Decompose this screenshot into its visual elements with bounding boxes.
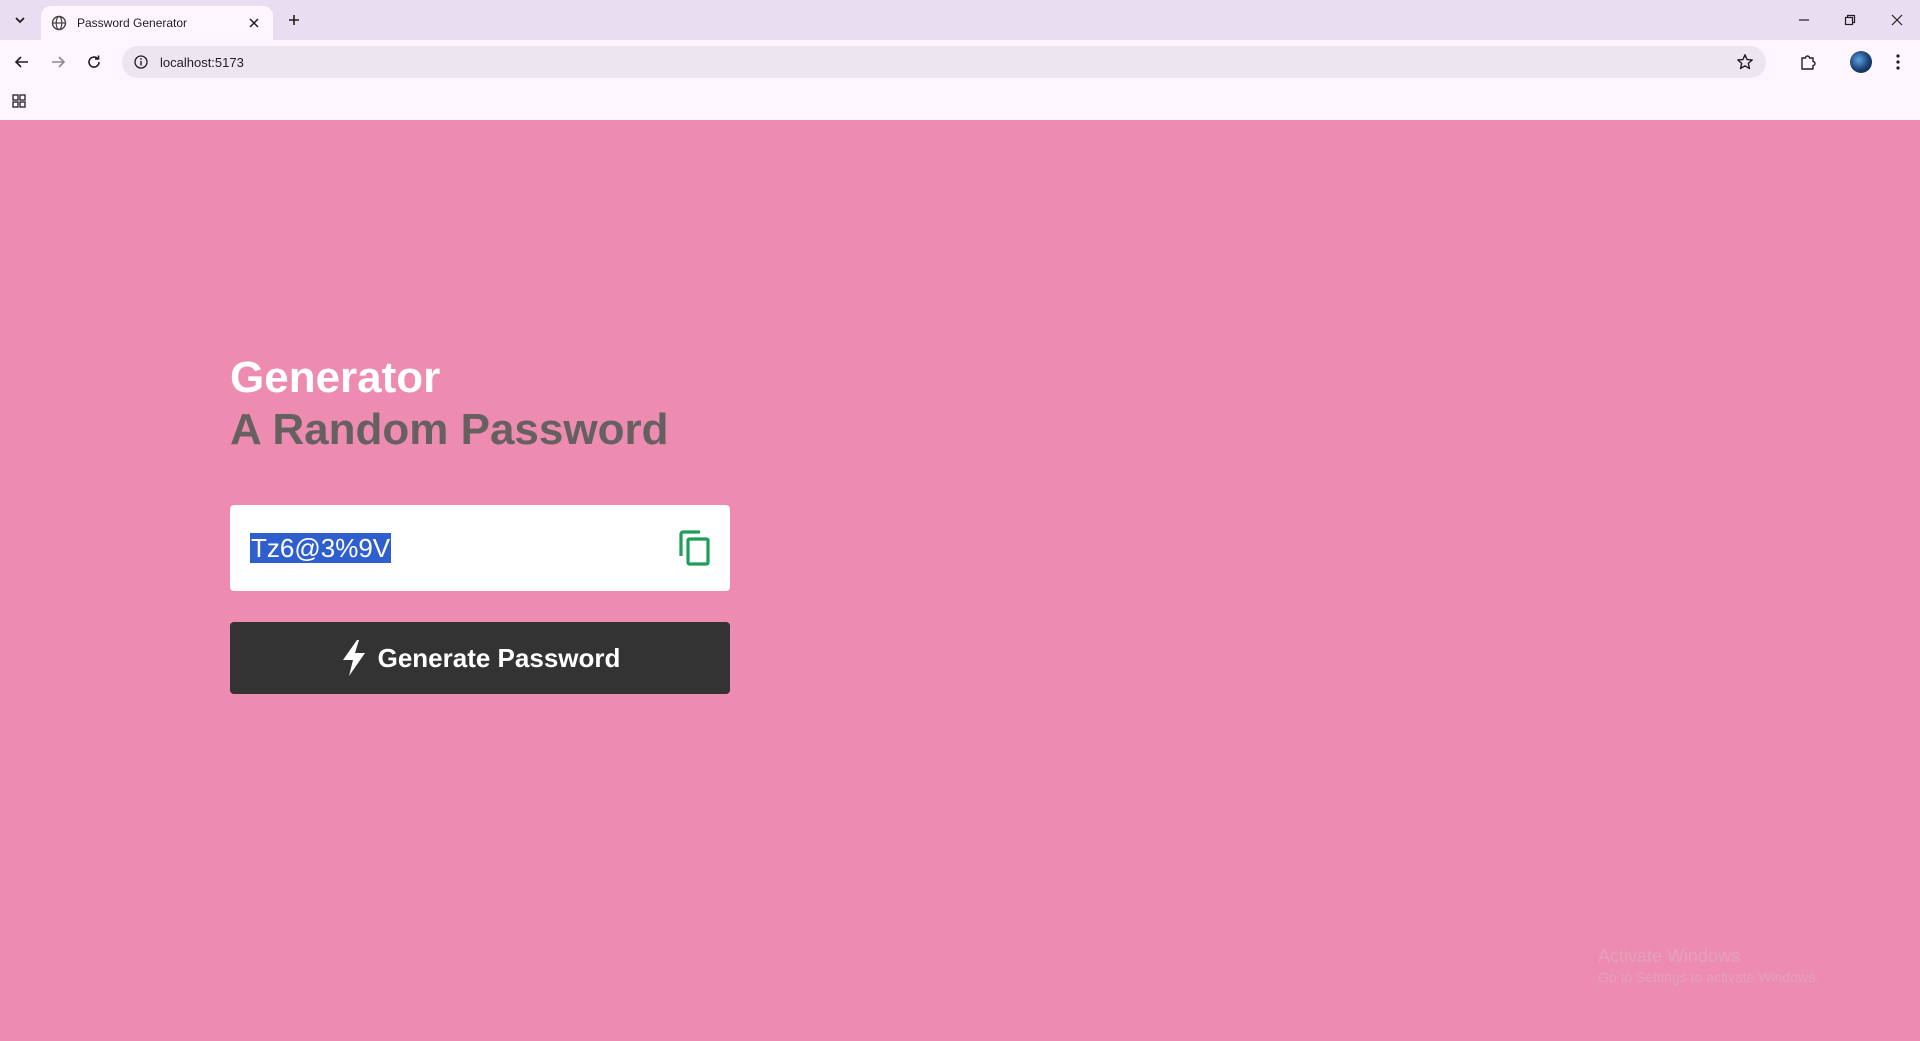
reload-button[interactable]	[80, 48, 108, 76]
close-icon	[1891, 14, 1903, 26]
restore-icon	[1844, 14, 1856, 26]
tab-title: Password Generator	[77, 16, 188, 30]
bookmarks-bar	[0, 84, 1920, 120]
tab-search-button[interactable]	[8, 8, 32, 32]
page-content: Generator A Random Password Tz6@3%9V Gen…	[0, 120, 1920, 1041]
avatar	[1850, 51, 1872, 73]
back-button[interactable]	[8, 48, 36, 76]
minimize-button[interactable]	[1781, 0, 1827, 40]
browser-tabstrip: Password Generator	[0, 0, 1920, 40]
reload-icon	[88, 55, 100, 68]
menu-button[interactable]	[1884, 48, 1912, 76]
minimize-icon	[1799, 19, 1809, 21]
arrow-right-icon	[52, 56, 66, 68]
profile-button[interactable]	[1847, 48, 1875, 76]
chevron-down-icon	[15, 17, 25, 24]
url-text: localhost:5173	[160, 54, 244, 70]
browser-tab-active[interactable]: Password Generator	[41, 6, 273, 40]
bolt-icon	[340, 639, 368, 677]
browser-toolbar: localhost:5173	[0, 40, 1920, 84]
site-info-icon[interactable]	[132, 53, 150, 71]
generate-password-button[interactable]: Generate Password	[230, 622, 730, 694]
page-title: Generator	[230, 353, 441, 402]
address-bar[interactable]: localhost:5173	[122, 46, 1766, 78]
copy-icon	[679, 530, 710, 566]
watermark-title: Activate Windows	[1598, 946, 1741, 966]
globe-icon	[51, 15, 67, 31]
close-window-button[interactable]	[1874, 0, 1920, 40]
more-vertical-icon	[1896, 54, 1900, 70]
forward-button[interactable]	[44, 48, 72, 76]
bookmark-star-icon[interactable]	[1736, 53, 1754, 71]
generate-password-label: Generate Password	[377, 642, 621, 673]
watermark-subtitle: Go to Settings to activate Windows.	[1598, 969, 1819, 985]
windows-activation-watermark: Activate Windows Go to Settings to activ…	[1598, 946, 1819, 985]
extensions-button[interactable]	[1794, 48, 1822, 76]
restore-button[interactable]	[1827, 0, 1873, 40]
apps-grid-icon[interactable]	[11, 93, 29, 111]
password-display[interactable]: Tz6@3%9V	[230, 505, 730, 591]
new-tab-button[interactable]	[282, 8, 306, 32]
password-value[interactable]: Tz6@3%9V	[250, 533, 392, 563]
plus-icon	[289, 15, 299, 25]
copy-button[interactable]	[676, 529, 714, 567]
puzzle-icon	[1801, 55, 1816, 70]
tab-close-icon[interactable]	[245, 14, 263, 32]
arrow-left-icon	[14, 56, 28, 68]
page-subtitle: A Random Password	[230, 405, 669, 454]
